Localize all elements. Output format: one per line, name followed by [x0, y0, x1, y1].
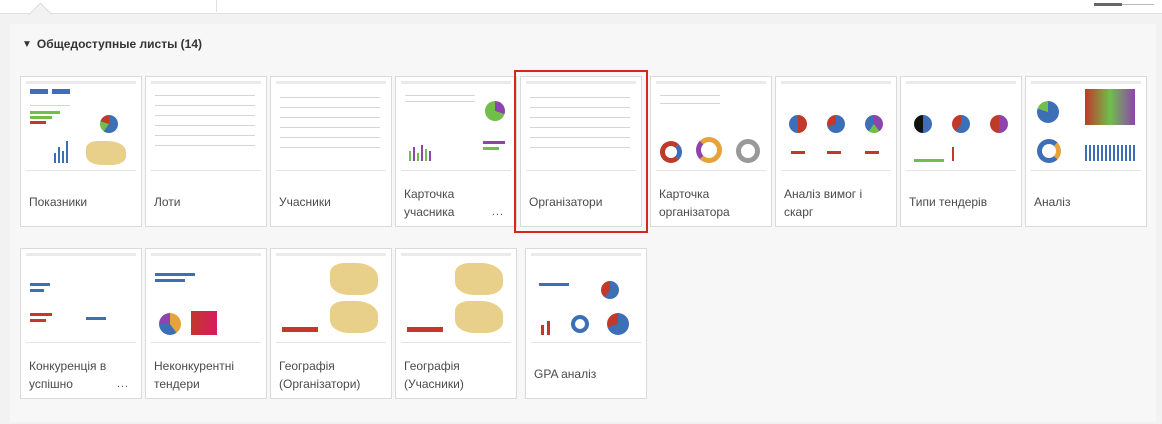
sheet-thumbnail	[151, 81, 261, 171]
toolbar-separator	[216, 0, 217, 12]
sheet-card[interactable]: Аналіз вимог і скарг	[775, 76, 897, 227]
sheet-thumbnail	[401, 253, 511, 343]
sheet-card[interactable]: Карточка організатора	[650, 76, 772, 227]
sheet-card[interactable]: GPA аналіз	[525, 248, 647, 399]
sheet-thumbnail	[26, 253, 136, 343]
sheet-title: Аналіз	[1034, 195, 1071, 209]
sheet-title: Карточка учасника	[404, 187, 455, 219]
sheet-title: Конкуренція в успішно	[29, 359, 107, 391]
sheet-thumbnail	[531, 253, 641, 343]
sheet-title: Організатори	[529, 195, 603, 209]
sheet-title: Географія (Організатори)	[279, 359, 361, 391]
more-options-icon[interactable]: ...	[492, 206, 504, 218]
sheet-thumbnail	[526, 81, 636, 171]
sheet-thumbnail	[276, 81, 386, 171]
sheet-thumbnail	[1031, 81, 1141, 171]
sheet-title: Географія (Учасники)	[404, 359, 464, 391]
sheet-card[interactable]: Учасники	[270, 76, 392, 227]
sheet-card[interactable]: Типи тендерів	[900, 76, 1022, 227]
sheet-card[interactable]: Карточка учасника ...	[395, 76, 517, 227]
sheet-card[interactable]: Географія (Організатори)	[270, 248, 392, 399]
sheet-thumbnail	[276, 253, 386, 343]
sheet-card[interactable]: Географія (Учасники)	[395, 248, 517, 399]
collapse-triangle-icon[interactable]: ▼	[22, 39, 32, 50]
scroll-indicator[interactable]	[1094, 3, 1122, 6]
sheet-title: Неконкурентні тендери	[154, 359, 235, 391]
top-bar	[0, 0, 1162, 27]
sheet-card[interactable]: Лоти	[145, 76, 267, 227]
sheet-card[interactable]: Неконкурентні тендери	[145, 248, 267, 399]
sheet-title: Типи тендерів	[909, 195, 988, 209]
sheet-thumbnail	[26, 81, 136, 171]
sheet-title: Аналіз вимог і скарг	[784, 187, 863, 219]
section-title: Общедоступные листы (14)	[36, 37, 202, 51]
sheet-card-selected[interactable]: Організатори	[514, 70, 648, 233]
more-options-icon[interactable]: ...	[117, 378, 129, 390]
sheet-title: Учасники	[279, 195, 331, 209]
sheet-title: Карточка організатора	[659, 187, 730, 219]
sheet-title: Показники	[29, 195, 88, 209]
pointer-caret	[28, 2, 53, 27]
sheet-thumbnail	[151, 253, 261, 343]
sheet-card[interactable]: Показники	[20, 76, 142, 227]
sheet-thumbnail	[781, 81, 891, 171]
section-header-public-sheets[interactable]: ▼ Общедоступные листы (14)	[22, 37, 202, 51]
sheet-card[interactable]: Конкуренція в успішно ...	[20, 248, 142, 399]
scroll-track[interactable]	[1122, 4, 1154, 5]
sheet-title: GPA аналіз	[534, 367, 597, 381]
sheet-thumbnail	[656, 81, 766, 171]
sheet-thumbnail	[401, 81, 511, 171]
sheet-title: Лоти	[154, 195, 181, 209]
sheet-thumbnail	[906, 81, 1016, 171]
sheet-card[interactable]: Аналіз	[1025, 76, 1147, 227]
